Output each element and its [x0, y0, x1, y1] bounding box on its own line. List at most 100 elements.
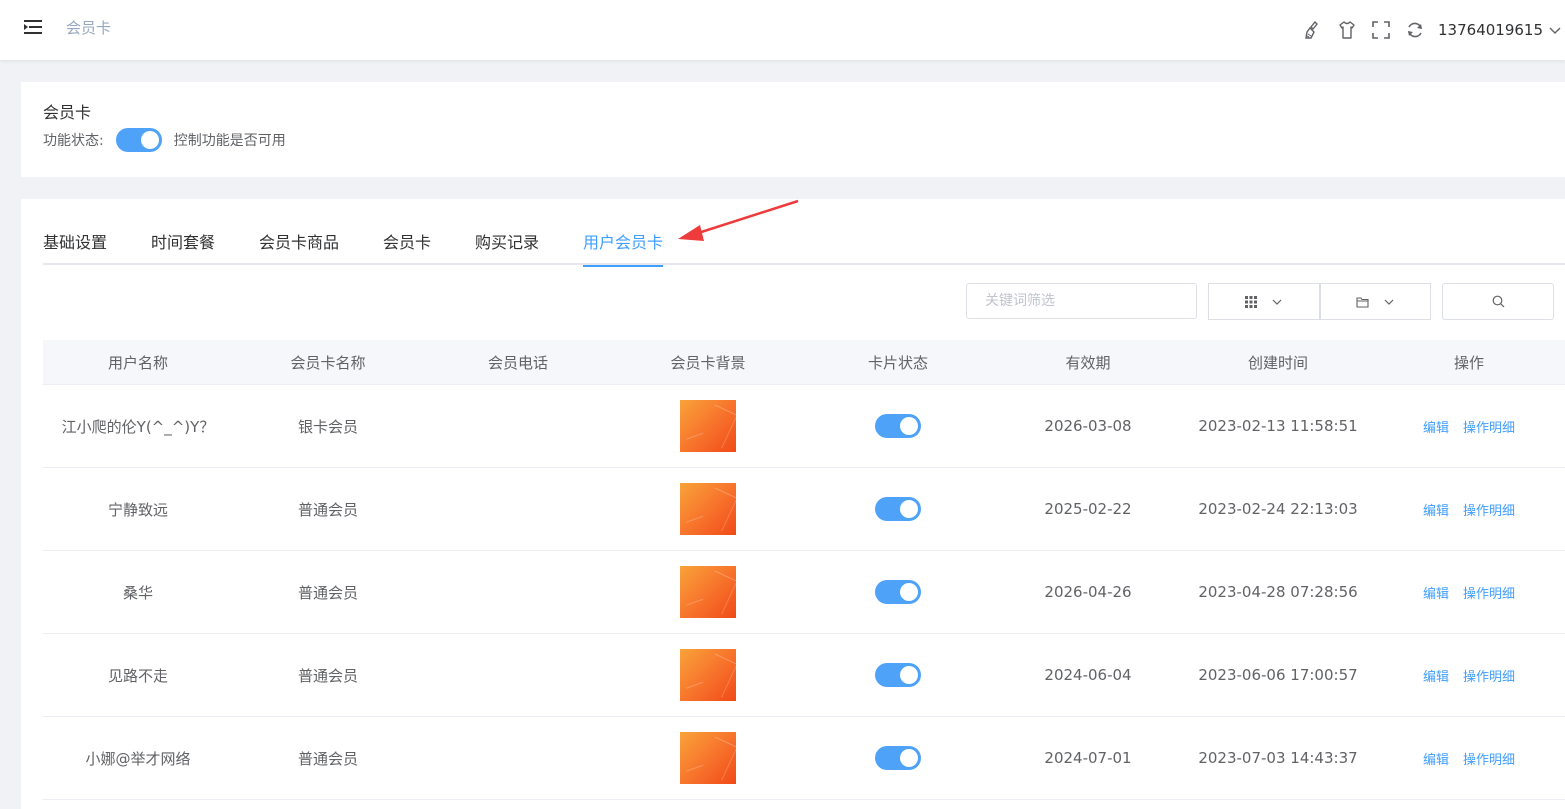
- card-background-image[interactable]: [680, 566, 736, 618]
- refresh-icon[interactable]: [1404, 19, 1426, 41]
- cell-user-name: 桑华: [122, 583, 153, 602]
- tab-time-package[interactable]: 时间套餐: [151, 233, 215, 265]
- cell-card-name: 普通会员: [297, 666, 358, 685]
- card-status-toggle[interactable]: [875, 746, 921, 770]
- cell-phone: [423, 551, 613, 633]
- cell-card-name: 普通会员: [297, 583, 358, 602]
- search-button[interactable]: [1442, 283, 1554, 320]
- table-row: 宁静致远 普通会员 2025-02-22 2023-02-24 22:13:03…: [43, 468, 1565, 551]
- card-status-toggle[interactable]: [875, 663, 921, 687]
- tab-user-member-card[interactable]: 用户会员卡: [583, 233, 664, 267]
- cell-expiry: 2026-04-26: [1044, 583, 1132, 601]
- tshirt-icon[interactable]: [1336, 19, 1358, 41]
- cell-created-time: 2023-06-06 17:00:57: [1198, 666, 1358, 684]
- cell-card-status: [803, 385, 993, 467]
- edit-link[interactable]: 编辑: [1423, 583, 1449, 602]
- cell-actions: 编辑 操作明细: [1373, 634, 1565, 716]
- grid-icon: [1245, 295, 1257, 308]
- operation-detail-link[interactable]: 操作明细: [1463, 749, 1515, 768]
- card-background-image[interactable]: [680, 732, 736, 784]
- cell-phone: [423, 634, 613, 716]
- cell-expiry: 2024-06-04: [1044, 666, 1132, 684]
- fullscreen-icon[interactable]: [1370, 19, 1392, 41]
- operation-detail-link[interactable]: 操作明细: [1463, 583, 1515, 602]
- cell-card-background: [613, 551, 803, 633]
- edit-link[interactable]: 编辑: [1423, 417, 1449, 436]
- col-card-status: 卡片状态: [867, 354, 928, 372]
- tab-basic-settings[interactable]: 基础设置: [43, 233, 107, 265]
- cell-actions: 编辑 操作明细: [1373, 468, 1565, 550]
- tab-bar: 基础设置 时间套餐 会员卡商品 会员卡 购买记录 用户会员卡: [43, 225, 1565, 267]
- tab-purchase-records[interactable]: 购买记录: [475, 233, 539, 265]
- username[interactable]: 13764019615: [1438, 21, 1543, 39]
- card-background-image[interactable]: [680, 400, 736, 452]
- cell-card-name: 普通会员: [297, 749, 358, 768]
- col-card-name: 会员卡名称: [290, 354, 366, 372]
- export-folder-dropdown[interactable]: [1320, 283, 1431, 320]
- feature-status-card: 会员卡 功能状态: 控制功能是否可用: [21, 82, 1565, 177]
- header-actions: 13764019615: [1302, 0, 1565, 60]
- cell-card-background: [613, 385, 803, 467]
- cell-user-name: 见路不走: [107, 666, 168, 685]
- edit-link[interactable]: 编辑: [1423, 500, 1449, 519]
- keyword-filter-input[interactable]: [966, 283, 1197, 319]
- table-header: 用户名称 会员卡名称 会员电话 会员卡背景 卡片状态 有效期 创建时间 操作: [43, 340, 1565, 385]
- main-card: 基础设置 时间套餐 会员卡商品 会员卡 购买记录 用户会员卡 用户名称 会员卡名…: [21, 199, 1565, 809]
- top-header: 会员卡 13764019615: [0, 0, 1565, 60]
- cell-user-name: 小娜@举才网络: [85, 749, 191, 768]
- edit-link[interactable]: 编辑: [1423, 749, 1449, 768]
- edit-link[interactable]: 编辑: [1423, 666, 1449, 685]
- chevron-down-icon: [1272, 299, 1282, 305]
- cell-phone: [423, 717, 613, 799]
- col-card-background: 会员卡背景: [670, 354, 746, 372]
- status-label: 功能状态:: [43, 133, 104, 149]
- operation-detail-link[interactable]: 操作明细: [1463, 500, 1515, 519]
- table-row: 江小爬的伦Y(^_^)Y？ 银卡会员 2026-03-08 2023-02-13…: [43, 385, 1565, 468]
- feature-status-toggle[interactable]: [115, 128, 162, 152]
- feature-status-row: 功能状态: 控制功能是否可用: [43, 128, 286, 152]
- operation-detail-link[interactable]: 操作明细: [1463, 417, 1515, 436]
- breadcrumb: 会员卡: [66, 19, 112, 37]
- col-phone: 会员电话: [487, 354, 548, 372]
- user-card-table: 用户名称 会员卡名称 会员电话 会员卡背景 卡片状态 有效期 创建时间 操作 江…: [43, 340, 1565, 800]
- cell-actions: 编辑 操作明细: [1373, 717, 1565, 799]
- cell-phone: [423, 468, 613, 550]
- col-user-name: 用户名称: [107, 354, 168, 372]
- tab-member-card[interactable]: 会员卡: [383, 233, 431, 265]
- cell-created-time: 2023-04-28 07:28:56: [1198, 583, 1358, 601]
- card-status-toggle[interactable]: [875, 414, 921, 438]
- col-expiry: 有效期: [1065, 354, 1111, 372]
- cell-expiry: 2024-07-01: [1044, 749, 1132, 767]
- card-status-toggle[interactable]: [875, 580, 921, 604]
- table-row: 桑华 普通会员 2026-04-26 2023-04-28 07:28:56 编…: [43, 551, 1565, 634]
- card-background-image[interactable]: [680, 649, 736, 701]
- cell-expiry: 2026-03-08: [1044, 417, 1132, 435]
- tab-card-products[interactable]: 会员卡商品: [259, 233, 339, 265]
- col-actions: 操作: [1453, 354, 1484, 372]
- broom-icon[interactable]: [1302, 19, 1324, 41]
- cell-user-name: 宁静致远: [107, 500, 168, 519]
- cell-created-time: 2023-02-13 11:58:51: [1198, 417, 1358, 435]
- status-hint: 控制功能是否可用: [173, 133, 286, 149]
- cell-card-name: 银卡会员: [297, 417, 358, 436]
- feature-title: 会员卡: [43, 103, 92, 122]
- operation-detail-link[interactable]: 操作明细: [1463, 666, 1515, 685]
- card-background-image[interactable]: [680, 483, 736, 535]
- search-icon: [1492, 295, 1504, 308]
- chevron-down-icon: [1384, 299, 1394, 305]
- chevron-down-icon[interactable]: [1547, 22, 1563, 38]
- cell-card-name: 普通会员: [297, 500, 358, 519]
- card-status-toggle[interactable]: [875, 497, 921, 521]
- cell-card-status: [803, 551, 993, 633]
- cell-card-background: [613, 717, 803, 799]
- table-row: 见路不走 普通会员 2024-06-04 2023-06-06 17:00:57…: [43, 634, 1565, 717]
- cell-card-status: [803, 468, 993, 550]
- cell-card-status: [803, 634, 993, 716]
- cell-phone: [423, 385, 613, 467]
- cell-card-background: [613, 634, 803, 716]
- col-created-time: 创建时间: [1247, 354, 1308, 372]
- column-view-dropdown[interactable]: [1208, 283, 1320, 320]
- table-row: 小娜@举才网络 普通会员 2024-07-01 2023-07-03 14:43…: [43, 717, 1565, 800]
- cell-actions: 编辑 操作明细: [1373, 551, 1565, 633]
- hamburger-menu-icon[interactable]: [24, 18, 42, 36]
